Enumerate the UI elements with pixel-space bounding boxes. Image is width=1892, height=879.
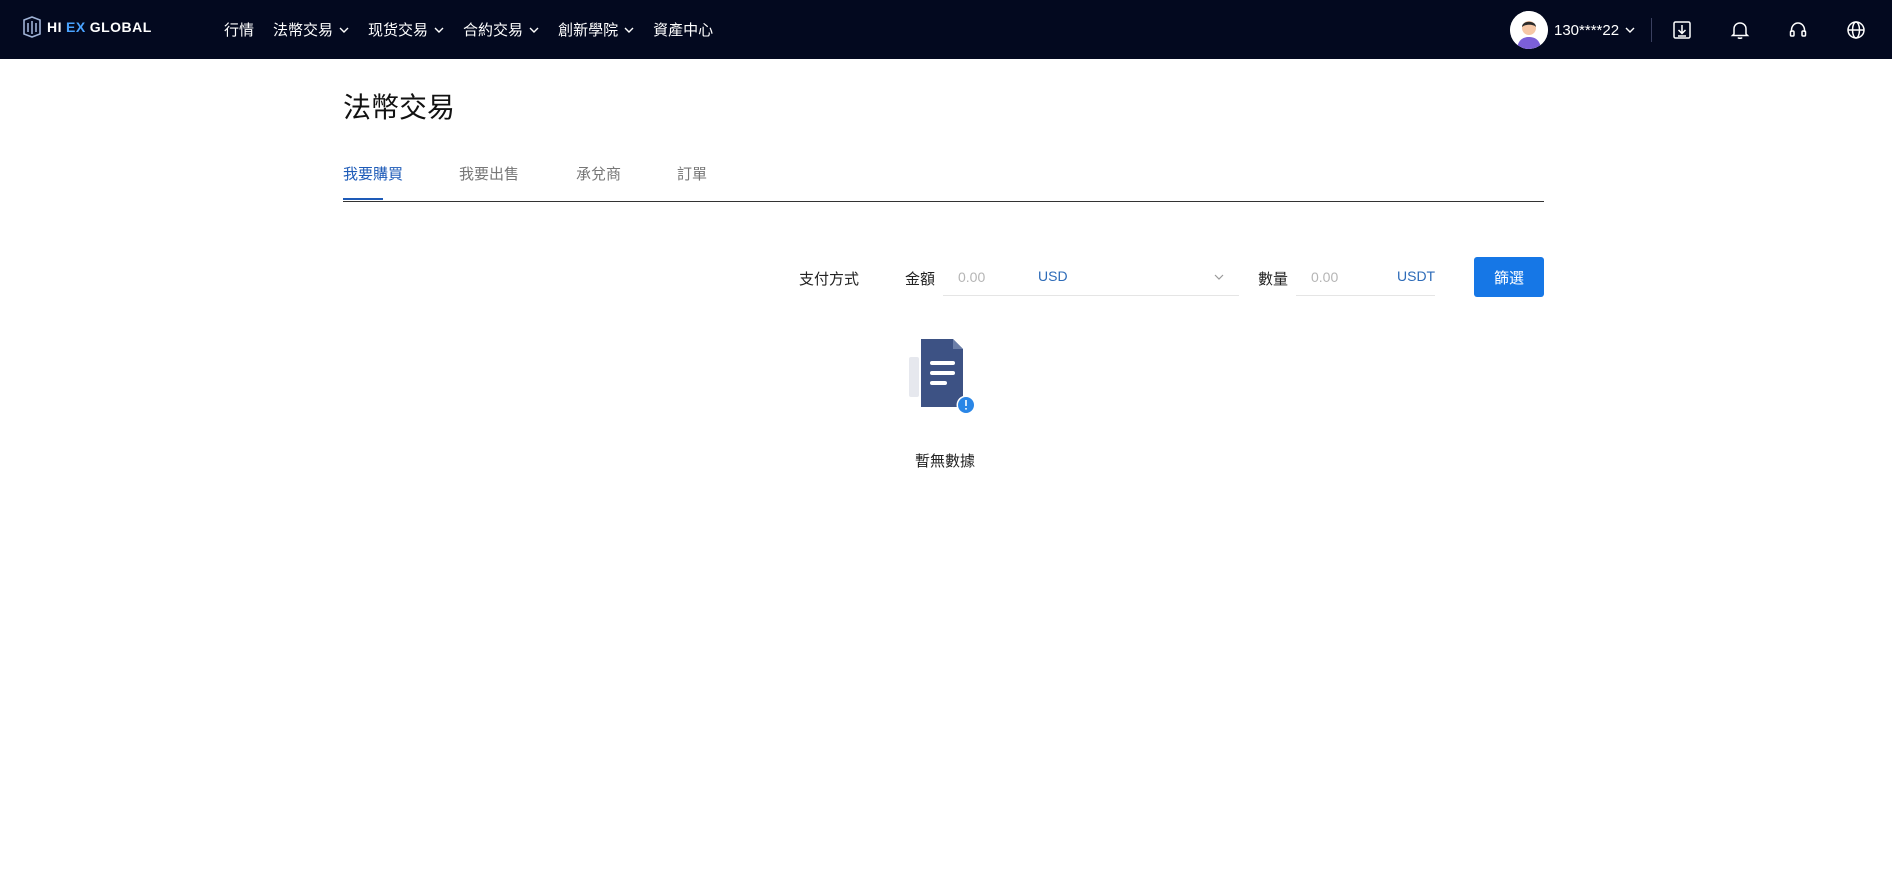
quantity-field[interactable]: USDT bbox=[1296, 258, 1435, 296]
active-tab-indicator bbox=[343, 198, 383, 200]
nav-item-label: 行情 bbox=[224, 22, 255, 39]
amount-label: 金額 bbox=[905, 271, 936, 288]
user-avatar-icon bbox=[1510, 11, 1548, 49]
nav-item-label: 資產中心 bbox=[653, 22, 714, 39]
headset-icon[interactable] bbox=[1786, 18, 1810, 42]
amount-field[interactable]: USD bbox=[943, 258, 1239, 296]
chevron-down-icon bbox=[529, 27, 539, 33]
empty-state-text: 暫無數據 bbox=[914, 453, 975, 470]
nav-item-market[interactable]: 行情 bbox=[224, 19, 254, 40]
nav-item-label: 合約交易 bbox=[463, 22, 524, 39]
hiex-global-logo[interactable]: HI EX GLOBAL bbox=[21, 15, 152, 39]
logo-text-hi: HI bbox=[47, 19, 62, 35]
filter-button[interactable]: 篩選 bbox=[1474, 257, 1544, 297]
quantity-currency: USDT bbox=[1397, 268, 1436, 284]
logo-text-global: GLOBAL bbox=[89, 19, 152, 35]
nav-item-asset-center[interactable]: 資產中心 bbox=[653, 19, 713, 40]
logo-mark-icon bbox=[23, 16, 41, 38]
nav-item-spot-trading[interactable]: 现货交易 bbox=[368, 19, 444, 40]
header-divider bbox=[1651, 18, 1652, 42]
amount-currency-select[interactable]: USD bbox=[1038, 268, 1068, 284]
tab-sell[interactable]: 我要出售 bbox=[459, 163, 519, 184]
main-nav: 行情 法幣交易 现货交易 合約交易 創新學院 資產中心 bbox=[224, 0, 732, 59]
chevron-down-icon bbox=[339, 27, 349, 33]
chevron-down-icon[interactable] bbox=[1213, 271, 1225, 283]
user-menu[interactable]: 130****22 bbox=[1510, 11, 1635, 49]
nav-item-contract-trading[interactable]: 合約交易 bbox=[463, 19, 539, 40]
trade-tabs: 我要購買 我要出售 承兌商 訂單 bbox=[343, 160, 1544, 202]
globe-icon[interactable] bbox=[1844, 18, 1868, 42]
tab-buy[interactable]: 我要購買 bbox=[343, 163, 403, 184]
amount-input[interactable] bbox=[958, 268, 1028, 285]
payment-method-filter[interactable]: 支付方式 bbox=[799, 268, 859, 289]
chevron-down-icon bbox=[1625, 27, 1635, 33]
nav-item-label: 现货交易 bbox=[368, 22, 429, 39]
top-navigation-bar: HIEX GLOBAL 行情 法幣交易 现货交易 合約交易 創新學院 資產中心 bbox=[0, 0, 1892, 59]
quantity-input[interactable] bbox=[1311, 268, 1381, 285]
avatar bbox=[1510, 11, 1548, 49]
user-name: 130****22 bbox=[1554, 21, 1620, 39]
bell-icon[interactable] bbox=[1728, 18, 1752, 42]
nav-item-innovation-academy[interactable]: 創新學院 bbox=[558, 19, 634, 40]
empty-state: 暫無數據 bbox=[905, 335, 985, 470]
chevron-down-icon bbox=[434, 27, 444, 33]
nav-item-fiat-trading[interactable]: 法幣交易 bbox=[273, 19, 349, 40]
chevron-down-icon bbox=[624, 27, 634, 33]
page-title: 法幣交易 bbox=[343, 92, 456, 123]
tab-orders[interactable]: 訂單 bbox=[677, 163, 707, 184]
nav-item-label: 創新學院 bbox=[558, 22, 619, 39]
download-icon[interactable] bbox=[1670, 18, 1694, 42]
nav-item-label: 法幣交易 bbox=[273, 22, 334, 39]
no-data-document-icon bbox=[909, 339, 976, 415]
quantity-label: 數量 bbox=[1258, 271, 1289, 288]
logo-text-ex: EX bbox=[66, 19, 86, 35]
tab-merchants[interactable]: 承兌商 bbox=[576, 163, 621, 184]
